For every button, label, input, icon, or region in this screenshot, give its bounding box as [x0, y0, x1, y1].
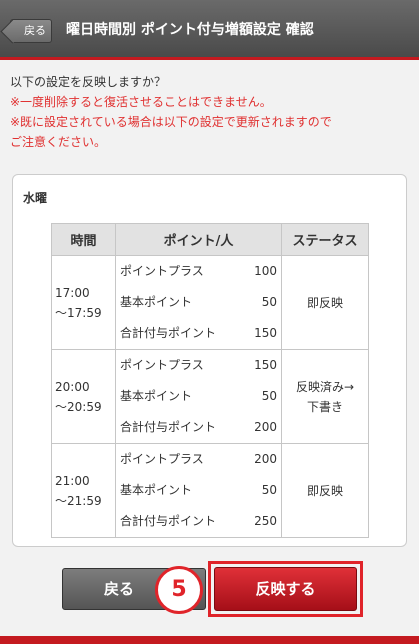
point-value: 200 — [254, 420, 277, 434]
warning-update-cont: ご注意ください。 — [10, 135, 107, 149]
table-row: 17:00 ～17:59 ポイントプラス 100 基本ポイント 50 合計付与ポイン… — [51, 255, 369, 350]
point-value: 200 — [254, 452, 277, 466]
status-text: 即反映 — [306, 295, 343, 310]
points-cell: ポイントプラス 100 基本ポイント 50 合計付与ポイント 150 — [115, 255, 282, 350]
status-text: 即反映 — [306, 483, 343, 498]
point-label: ポイントプラス — [120, 452, 204, 466]
time-cell: 17:00 ～17:59 — [51, 255, 116, 350]
point-value: 100 — [254, 264, 277, 278]
time-end: ～17:59 — [55, 305, 102, 320]
point-line: ポイントプラス 150 — [116, 350, 281, 381]
column-header-time: 時間 — [51, 223, 116, 256]
status-cell: 反映済み→ 下書き — [281, 349, 369, 444]
point-line: 基本ポイント 50 — [116, 475, 281, 506]
status-text: 反映済み→ — [295, 379, 355, 394]
day-label: 水曜 — [23, 191, 48, 205]
status-cell: 即反映 — [281, 255, 369, 350]
footer-accent-line — [0, 636, 419, 644]
time-end: ～20:59 — [55, 399, 102, 414]
header-back-label: 戻る — [24, 24, 46, 37]
point-line: ポイントプラス 200 — [116, 444, 281, 475]
time-cell: 21:00 ～21:59 — [51, 443, 116, 538]
point-label: 合計付与ポイント — [120, 326, 217, 340]
point-line: 基本ポイント 50 — [116, 287, 281, 318]
point-value: 250 — [254, 514, 277, 528]
point-value: 50 — [261, 483, 277, 497]
point-line: 合計付与ポイント 250 — [116, 506, 281, 537]
point-label: 基本ポイント — [120, 483, 193, 497]
point-line: 合計付与ポイント 150 — [116, 318, 281, 349]
header-bar: 戻る 曜日時間別 ポイント付与増額設定 確認 — [0, 0, 419, 60]
point-label: 基本ポイント — [120, 295, 193, 309]
point-value: 150 — [254, 358, 277, 372]
time-end: ～21:59 — [55, 493, 102, 508]
point-value: 50 — [261, 295, 277, 309]
point-line: ポイントプラス 100 — [116, 256, 281, 287]
points-cell: ポイントプラス 150 基本ポイント 50 合計付与ポイント 200 — [115, 349, 282, 444]
time-start: 20:00 — [55, 379, 90, 394]
point-value: 150 — [254, 326, 277, 340]
time-start: 21:00 — [55, 473, 90, 488]
time-start: 17:00 — [55, 285, 90, 300]
step-number-badge: 5 — [155, 566, 203, 614]
table-header-row: 時間 ポイント/人 ステータス — [51, 223, 369, 256]
apply-button[interactable]: 反映する — [214, 567, 357, 611]
point-line: 基本ポイント 50 — [116, 381, 281, 412]
table-row: 21:00 ～21:59 ポイントプラス 200 基本ポイント 50 合計付与ポイン… — [51, 443, 369, 538]
settings-card: 水曜 時間 ポイント/人 ステータス 17:00 ～17:59 ポイントプラス 1… — [12, 174, 407, 547]
warning-delete: ※一度削除すると復活させることはできません。 — [10, 95, 272, 109]
confirm-question: 以下の設定を反映しますか？ — [10, 75, 167, 89]
intro-text: 以下の設定を反映しますか？ ※一度削除すると復活させることはできません。 ※既に… — [10, 72, 412, 152]
status-text-2: 下書き — [306, 399, 343, 414]
header-back-button[interactable]: 戻る — [10, 19, 52, 43]
status-cell: 即反映 — [281, 443, 369, 538]
point-label: ポイントプラス — [120, 264, 204, 278]
column-header-points: ポイント/人 — [115, 223, 282, 256]
point-label: 基本ポイント — [120, 389, 193, 403]
warning-update: ※既に設定されている場合は以下の設定で更新されますので — [10, 115, 332, 129]
point-label: 合計付与ポイント — [120, 514, 217, 528]
settings-table: 時間 ポイント/人 ステータス 17:00 ～17:59 ポイントプラス 100 … — [51, 223, 369, 538]
column-header-status: ステータス — [281, 223, 369, 256]
page-title: 曜日時間別 ポイント付与増額設定 確認 — [66, 22, 314, 38]
point-line: 合計付与ポイント 200 — [116, 412, 281, 443]
table-row: 20:00 ～20:59 ポイントプラス 150 基本ポイント 50 合計付与ポイン… — [51, 349, 369, 444]
point-label: 合計付与ポイント — [120, 420, 217, 434]
point-value: 50 — [261, 389, 277, 403]
points-cell: ポイントプラス 200 基本ポイント 50 合計付与ポイント 250 — [115, 443, 282, 538]
point-label: ポイントプラス — [120, 358, 204, 372]
time-cell: 20:00 ～20:59 — [51, 349, 116, 444]
